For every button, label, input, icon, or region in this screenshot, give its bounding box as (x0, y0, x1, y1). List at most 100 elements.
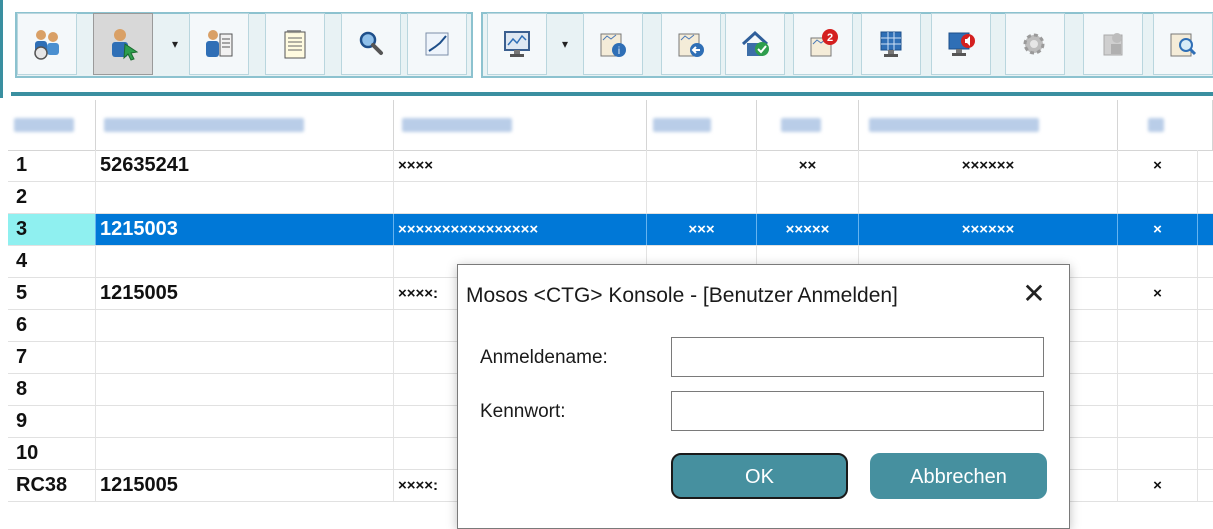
table-cell[interactable] (859, 182, 1118, 213)
back-document-button[interactable] (661, 13, 721, 75)
column-header-3[interactable] (647, 100, 757, 150)
caret-down-icon: ▾ (561, 37, 569, 51)
column-header-4[interactable] (757, 100, 859, 150)
row-id-cell[interactable]: 1 (8, 150, 96, 181)
table-cell[interactable] (1118, 246, 1198, 277)
table-cell[interactable] (1118, 182, 1198, 213)
info-document-icon: i (600, 33, 626, 57)
notepad-icon (284, 30, 306, 59)
back-document-icon (678, 33, 704, 57)
table-cell[interactable]: ×××× (394, 150, 647, 181)
login-dialog: Mosos <CTG> Konsole - [Benutzer Anmelden… (457, 264, 1070, 529)
table-cell[interactable]: × (1118, 214, 1198, 245)
monitor-sound-button[interactable] (931, 13, 991, 75)
grid-monitor-button[interactable] (861, 13, 921, 75)
alerts-button[interactable]: 2 (793, 13, 853, 75)
table-cell[interactable]: 1215003 (96, 214, 394, 245)
grid-header (8, 100, 1213, 151)
table-cell[interactable] (647, 182, 757, 213)
table-cell[interactable] (757, 182, 859, 213)
search-icon (359, 31, 383, 55)
table-cell[interactable] (1118, 406, 1198, 437)
zoom-document-button[interactable] (1153, 13, 1213, 75)
table-cell[interactable] (1118, 374, 1198, 405)
table-cell[interactable]: 1215005 (96, 470, 394, 501)
table-cell[interactable]: × (1118, 150, 1198, 181)
row-id-cell[interactable]: 8 (8, 374, 96, 405)
user-document-button[interactable] (189, 13, 249, 75)
column-header-2[interactable] (394, 100, 647, 150)
table-cell[interactable]: ×× (757, 150, 859, 181)
column-header-id[interactable] (8, 100, 96, 150)
column-header-5[interactable] (859, 100, 1118, 150)
close-icon[interactable]: ✕ (1019, 279, 1049, 309)
row-id-cell[interactable]: 5 (8, 278, 96, 309)
table-cell[interactable] (96, 406, 394, 437)
table-row[interactable]: 1 52635241 ×××× ×× ×××××× × (8, 150, 1213, 182)
table-cell[interactable] (96, 438, 394, 469)
password-input[interactable] (671, 391, 1044, 431)
table-cell[interactable] (96, 246, 394, 277)
user-select-button[interactable] (93, 13, 153, 75)
table-cell[interactable]: 1215005 (96, 278, 394, 309)
column-header-6[interactable] (1118, 100, 1213, 150)
monitor-chart-icon (504, 31, 530, 57)
table-cell[interactable]: ×××××× (859, 150, 1118, 181)
info-document-button[interactable]: i (583, 13, 643, 75)
table-cell[interactable]: ××××× (757, 214, 859, 245)
table-cell[interactable] (647, 150, 757, 181)
table-cell[interactable] (1118, 310, 1198, 341)
line-chart-button[interactable] (407, 13, 467, 75)
row-id-cell[interactable]: 9 (8, 406, 96, 437)
monitor-chart-button[interactable] (487, 13, 547, 75)
row-id-cell[interactable]: 7 (8, 342, 96, 373)
cancel-button[interactable]: Abbrechen (870, 453, 1047, 499)
table-cell[interactable]: ××× (647, 214, 757, 245)
row-id-cell[interactable]: RC38 (8, 470, 96, 501)
table-cell[interactable]: ×××××××××××××××× (394, 214, 647, 245)
table-cell[interactable] (96, 310, 394, 341)
user-select-icon (112, 29, 139, 61)
table-cell[interactable]: 52635241 (96, 150, 394, 181)
password-label: Kennwort: (480, 401, 566, 422)
table-cell[interactable] (394, 182, 647, 213)
table-row[interactable]: 2 (8, 182, 1213, 214)
table-cell[interactable] (1118, 342, 1198, 373)
row-id-cell[interactable]: 2 (8, 182, 96, 213)
column-header-1[interactable] (96, 100, 394, 150)
users-settings-button[interactable] (17, 13, 77, 75)
toolbar: ▾ ▾ i 2 (0, 0, 1213, 98)
svg-text:2: 2 (827, 32, 833, 44)
table-cell[interactable]: × (1118, 278, 1198, 309)
row-id-cell[interactable]: 3 (8, 214, 96, 245)
table-cell[interactable] (96, 342, 394, 373)
table-cell[interactable]: ×××××× (859, 214, 1118, 245)
monitor-sound-icon (948, 32, 975, 56)
user-select-dropdown[interactable]: ▾ (167, 13, 183, 75)
username-label: Anmeldename: (480, 347, 608, 368)
notepad-button[interactable] (265, 13, 325, 75)
disabled-gear-button[interactable] (1005, 13, 1065, 75)
line-chart-icon (425, 32, 449, 56)
row-id-cell[interactable]: 6 (8, 310, 96, 341)
table-cell[interactable] (96, 374, 394, 405)
table-cell[interactable] (1118, 438, 1198, 469)
table-row[interactable]: 3 1215003 ×××××××××××××××× ××× ××××× ×××××× × (8, 214, 1213, 246)
disabled-lock-icon (1103, 33, 1123, 56)
ok-button[interactable]: OK (671, 453, 848, 499)
monitor-dropdown[interactable]: ▾ (557, 13, 573, 75)
table-cell[interactable] (96, 182, 394, 213)
disabled-lock-button[interactable] (1083, 13, 1143, 75)
username-input[interactable] (671, 337, 1044, 377)
row-id-cell[interactable]: 4 (8, 246, 96, 277)
users-settings-icon (34, 30, 59, 60)
search-button[interactable] (341, 13, 401, 75)
home-check-icon (741, 30, 769, 56)
svg-text:i: i (618, 46, 620, 57)
table-cell[interactable]: × (1118, 470, 1198, 501)
home-check-button[interactable] (725, 13, 785, 75)
caret-down-icon: ▾ (171, 37, 179, 51)
grid-monitor-icon (880, 31, 902, 57)
row-id-cell[interactable]: 10 (8, 438, 96, 469)
alerts-icon: 2 (810, 29, 838, 57)
